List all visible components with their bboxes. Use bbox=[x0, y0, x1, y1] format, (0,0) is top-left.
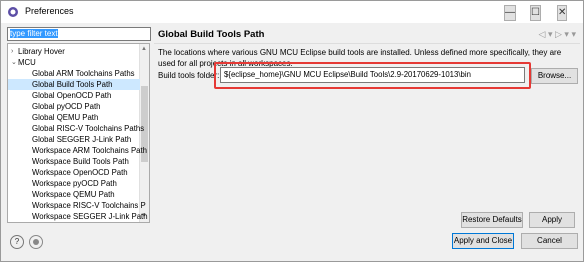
tree-item[interactable]: Global SEGGER J-Link Path bbox=[8, 134, 140, 145]
tree-item[interactable]: Workspace OpenOCD Path bbox=[8, 167, 140, 178]
tree-item-label: Global SEGGER J-Link Path bbox=[32, 135, 132, 144]
page-header: Global Build Tools Path ◁ ▾ ▷ ▾ ▾ bbox=[154, 25, 580, 44]
menu-dropdown-icon[interactable]: ▾ bbox=[571, 29, 576, 39]
apply-and-close-button[interactable]: Apply and Close bbox=[452, 233, 514, 249]
tree-item-label: Global QEMU Path bbox=[32, 113, 99, 122]
browse-button[interactable]: Browse... bbox=[531, 68, 578, 84]
tree-item-label: Global OpenOCD Path bbox=[32, 91, 112, 100]
tree-item[interactable]: Workspace ARM Toolchains Path bbox=[8, 145, 147, 156]
tree-item[interactable]: Global OpenOCD Path bbox=[8, 90, 140, 101]
tree-item-label: Workspace QEMU Path bbox=[32, 190, 115, 199]
minimize-icon[interactable]: — bbox=[504, 5, 516, 21]
forward-icon[interactable]: ▷ bbox=[555, 29, 562, 39]
close-icon[interactable]: ✕ bbox=[557, 5, 568, 21]
tree-item-label: Global pyOCD Path bbox=[32, 102, 101, 111]
tree-item[interactable]: Workspace RISC-V Toolchains P bbox=[8, 200, 146, 211]
record-dot bbox=[33, 239, 39, 245]
back-dropdown-icon[interactable]: ▾ bbox=[548, 29, 553, 39]
window-title: Preferences bbox=[25, 6, 74, 16]
filter-input[interactable]: type filter text bbox=[7, 27, 151, 41]
tree-item-label: Workspace RISC-V Toolchains P bbox=[32, 201, 146, 210]
tree-item-label: MCU bbox=[18, 58, 36, 67]
tree-item-label: Global ARM Toolchains Paths bbox=[32, 69, 135, 78]
chevron-down-icon[interactable]: ⌄ bbox=[11, 57, 17, 68]
tree-item[interactable]: Global QEMU Path bbox=[8, 112, 140, 123]
tree-item[interactable]: Global RISC-V Toolchains Paths bbox=[8, 123, 144, 134]
tree-item-label: Workspace Build Tools Path bbox=[32, 157, 129, 166]
page-title: Global Build Tools Path bbox=[158, 29, 265, 40]
preferences-tree: ▲ ▼ › Library Hover ⌄ MCU Global ARM Toolcha… bbox=[7, 43, 150, 223]
preferences-window: Preferences — ☐ ✕ type filter text ▲ ▼ ›… bbox=[0, 0, 584, 262]
back-icon[interactable]: ◁ bbox=[539, 29, 546, 39]
maximize-icon[interactable]: ☐ bbox=[530, 5, 541, 21]
tree-item[interactable]: Global Build Tools Path bbox=[8, 79, 140, 90]
tree-item[interactable]: Global pyOCD Path bbox=[8, 101, 140, 112]
app-icon bbox=[8, 7, 18, 17]
build-tools-path-input[interactable]: ${eclipse_home}\GNU MCU Eclipse\Build To… bbox=[220, 67, 525, 83]
left-pane: type filter text ▲ ▼ › Library Hover ⌄ MCU G… bbox=[7, 27, 151, 223]
tree-item[interactable]: Workspace pyOCD Path bbox=[8, 178, 140, 189]
restore-defaults-button[interactable]: Restore Defaults bbox=[461, 212, 523, 228]
scroll-up-icon[interactable]: ▲ bbox=[141, 46, 147, 52]
title-bar: Preferences — ☐ ✕ bbox=[1, 1, 583, 23]
record-icon[interactable] bbox=[29, 235, 43, 249]
tree-item[interactable]: Workspace SEGGER J-Link Path bbox=[8, 211, 148, 222]
tree-item-label: Global RISC-V Toolchains Paths bbox=[32, 124, 145, 133]
right-pane: Global Build Tools Path ◁ ▾ ▷ ▾ ▾ The lo… bbox=[154, 25, 580, 228]
tree-item-label: Workspace OpenOCD Path bbox=[32, 168, 128, 177]
tree-item-label: Workspace SEGGER J-Link Path bbox=[32, 212, 148, 221]
forward-dropdown-icon[interactable]: ▾ bbox=[564, 29, 569, 39]
tree-item-label: Library Hover bbox=[18, 47, 65, 56]
filter-input-text: type filter text bbox=[10, 29, 58, 38]
build-tools-label: Build tools folder: bbox=[158, 71, 220, 80]
tree-item[interactable]: ⌄ MCU bbox=[8, 57, 140, 68]
footer-bar: ? Apply and Close Cancel bbox=[1, 229, 583, 261]
tree-item[interactable]: Global ARM Toolchains Paths bbox=[8, 68, 140, 79]
tree-item-label: Global Build Tools Path bbox=[32, 80, 113, 89]
nav-buttons: ◁ ▾ ▷ ▾ ▾ bbox=[539, 29, 577, 40]
tree-item-label: Workspace pyOCD Path bbox=[32, 179, 117, 188]
cancel-button[interactable]: Cancel bbox=[521, 233, 578, 249]
tree-item[interactable]: Workspace Build Tools Path bbox=[8, 156, 140, 167]
help-icon[interactable]: ? bbox=[10, 235, 24, 249]
tree-item[interactable]: › Library Hover bbox=[8, 46, 140, 57]
apply-button[interactable]: Apply bbox=[529, 212, 575, 228]
tree-item[interactable]: Workspace QEMU Path bbox=[8, 189, 140, 200]
tree-item-label: Workspace ARM Toolchains Path bbox=[32, 146, 147, 155]
chevron-right-icon[interactable]: › bbox=[11, 46, 17, 57]
